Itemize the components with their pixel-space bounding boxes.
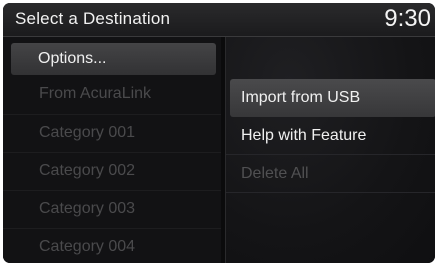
menu-item-help-with-feature[interactable]: Help with Feature xyxy=(226,117,435,155)
menu-item-label: Delete All xyxy=(241,165,309,182)
list-item-label: Category 001 xyxy=(39,124,136,141)
list-item-category-004[interactable]: Category 004 xyxy=(3,228,221,263)
title-bar: Select a Destination 9:30 xyxy=(3,3,435,37)
menu-item-label: Import from USB xyxy=(241,89,361,106)
nav-screen: Select a Destination 9:30 Options... Fro… xyxy=(3,3,435,263)
list-item-from-acuralink[interactable]: From AcuraLink xyxy=(3,76,221,114)
menu-item-import-from-usb[interactable]: Import from USB xyxy=(230,79,435,117)
screen-title: Select a Destination xyxy=(15,9,171,28)
list-item-category-002[interactable]: Category 002 xyxy=(3,152,221,190)
options-menu: Import from USB Help with Feature Delete… xyxy=(225,37,435,263)
destination-list: Options... From AcuraLink Category 001 C… xyxy=(3,37,221,263)
list-item-label: Category 004 xyxy=(39,238,136,255)
options-button-label: Options... xyxy=(38,50,107,67)
list-item-category-001[interactable]: Category 001 xyxy=(3,114,221,152)
clock: 9:30 xyxy=(384,5,431,32)
menu-item-delete-all[interactable]: Delete All xyxy=(226,155,435,193)
list-item-label: Category 002 xyxy=(39,162,136,179)
list-item-label: Category 003 xyxy=(39,200,136,217)
list-item-label: From AcuraLink xyxy=(39,85,152,102)
list-item-category-003[interactable]: Category 003 xyxy=(3,190,221,228)
options-button[interactable]: Options... xyxy=(11,43,216,75)
menu-item-label: Help with Feature xyxy=(241,127,367,144)
